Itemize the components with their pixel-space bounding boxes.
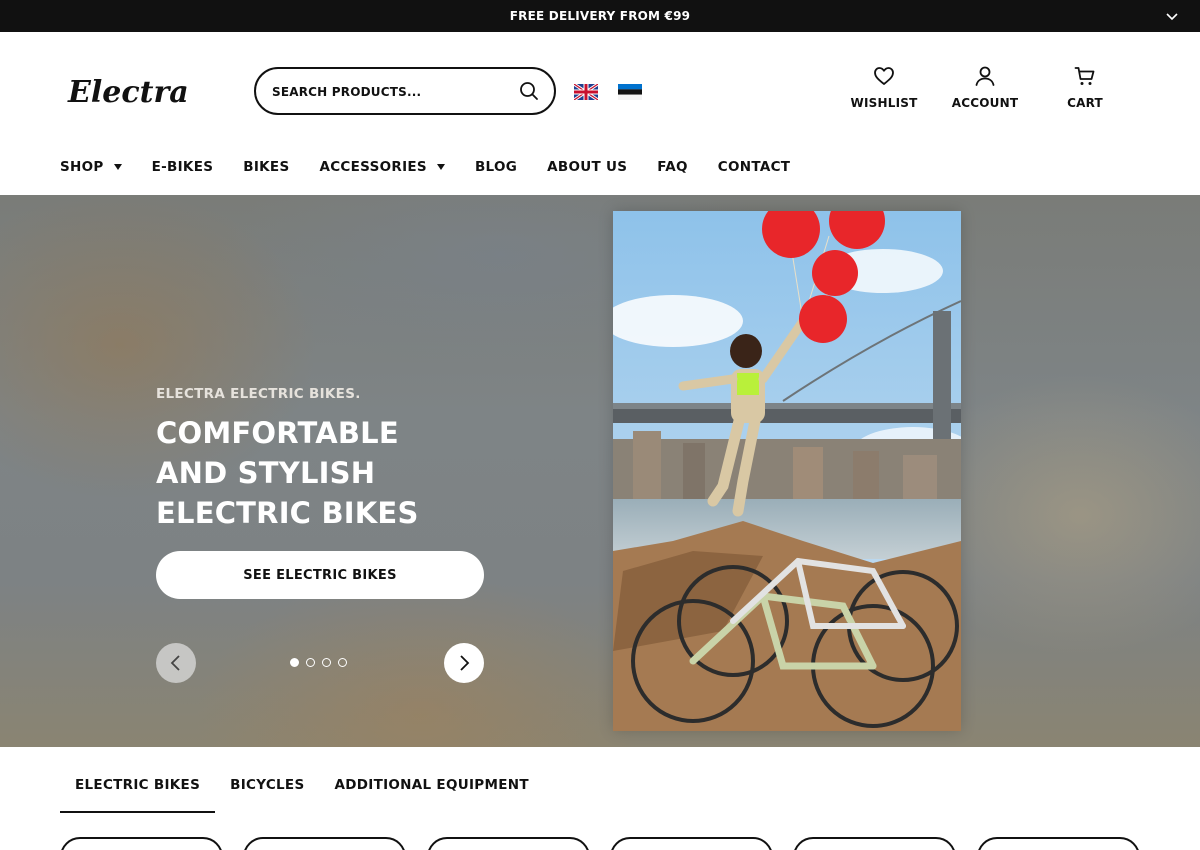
main-nav: SHOP E-BIKES BIKES ACCESSORIES BLOG ABOU… [60, 157, 820, 177]
account-button[interactable]: ACCOUNT [940, 64, 1030, 120]
search-box [254, 67, 556, 115]
nav-item-label: E-BIKES [151, 159, 214, 175]
slider-dot[interactable] [322, 658, 331, 667]
chevron-right-icon [460, 655, 470, 671]
nav-item-about-us[interactable]: ABOUT US [547, 159, 627, 175]
nav-item-faq[interactable]: FAQ [657, 159, 688, 175]
cart-button[interactable]: CART [1040, 64, 1130, 120]
nav-item-label: CONTACT [717, 159, 791, 175]
category-pill[interactable] [610, 837, 773, 850]
hero-banner: ELECTRA ELECTRIC BIKES. COMFORTABLE AND … [0, 195, 1200, 747]
hero-title: COMFORTABLE AND STYLISH ELECTRIC BIKES [156, 416, 419, 530]
nav-item-blog[interactable]: BLOG [475, 159, 517, 175]
announcement-text: FREE DELIVERY FROM €99 [509, 9, 691, 23]
category-pill[interactable] [427, 837, 590, 850]
search-input[interactable] [272, 81, 502, 103]
user-icon [975, 66, 995, 86]
slider-dots [290, 658, 354, 667]
hero-eyebrow: ELECTRA ELECTRIC BIKES. [156, 386, 361, 402]
slider-next-button[interactable] [444, 643, 484, 683]
category-tabs: ELECTRIC BIKES BICYCLES ADDITIONAL EQUIP… [60, 768, 544, 813]
cart-icon [1074, 67, 1095, 85]
slider-dot[interactable] [306, 658, 315, 667]
wishlist-label: WISHLIST [850, 96, 918, 110]
nav-item-shop[interactable]: SHOP [60, 159, 122, 175]
slider-dot[interactable] [290, 658, 299, 667]
category-pill[interactable] [60, 837, 223, 850]
search-icon[interactable] [518, 80, 540, 102]
nav-item-accessories[interactable]: ACCESSORIES [319, 159, 445, 175]
category-pill[interactable] [977, 837, 1140, 850]
announcement-bar: FREE DELIVERY FROM €99 [0, 0, 1200, 32]
nav-item-contact[interactable]: CONTACT [718, 159, 791, 175]
nav-item-e-bikes[interactable]: E-BIKES [152, 159, 214, 175]
caret-down-icon [436, 164, 445, 170]
tab-bicycles[interactable]: BICYCLES [215, 768, 319, 813]
wishlist-button[interactable]: WISHLIST [839, 64, 929, 120]
chevron-down-icon[interactable] [1164, 9, 1180, 23]
nav-item-label: BIKES [243, 159, 290, 175]
category-pill[interactable] [793, 837, 956, 850]
nav-item-label: BLOG [474, 159, 518, 175]
flag-uk-icon[interactable] [574, 84, 598, 100]
slider-prev-button[interactable] [156, 643, 196, 683]
see-electric-bikes-button[interactable]: SEE ELECTRIC BIKES [156, 551, 484, 599]
tab-electric-bikes[interactable]: ELECTRIC BIKES [60, 768, 216, 813]
heart-icon [874, 67, 894, 85]
category-pill[interactable] [243, 837, 406, 850]
nav-item-bikes[interactable]: BIKES [243, 159, 289, 175]
chevron-left-icon [170, 655, 180, 671]
nav-item-label: ACCESSORIES [319, 159, 427, 175]
tab-additional-equipment[interactable]: ADDITIONAL EQUIPMENT [319, 768, 543, 813]
nav-item-label: FAQ [657, 159, 688, 175]
caret-down-icon [113, 164, 122, 170]
nav-item-label: ABOUT US [547, 159, 628, 175]
slider-dot[interactable] [338, 658, 347, 667]
hero-image [613, 211, 961, 731]
account-label: ACCOUNT [951, 96, 1019, 110]
nav-item-label: SHOP [60, 159, 104, 175]
logo[interactable]: Electra [66, 72, 206, 112]
cart-label: CART [1067, 96, 1103, 110]
flag-estonia-icon[interactable] [618, 84, 642, 100]
logo-text: Electra [67, 75, 189, 110]
